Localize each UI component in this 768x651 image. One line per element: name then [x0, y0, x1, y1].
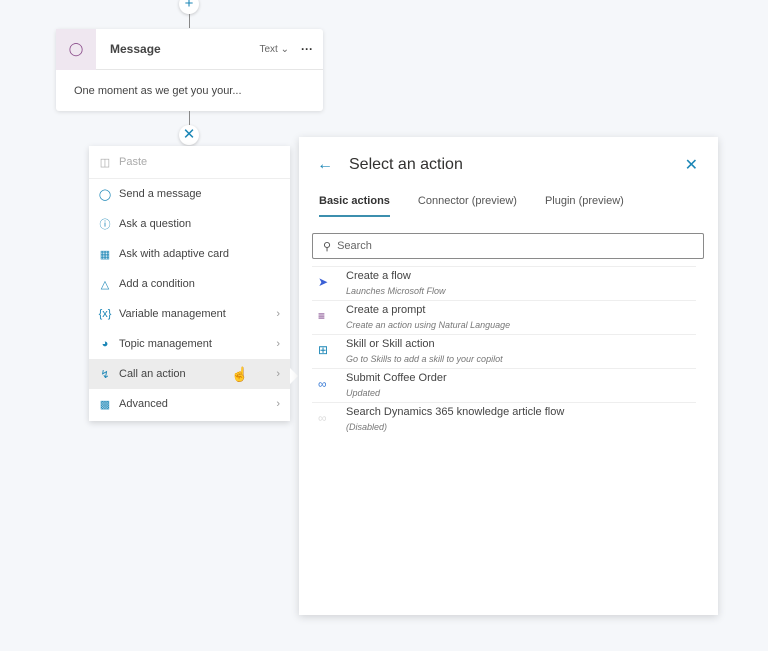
message-type-dropdown[interactable]: Text ⌄ [259, 44, 289, 55]
action-skill[interactable]: ⊞ Skill or Skill action Go to Skills to ad… [312, 334, 696, 368]
select-action-panel: ← Select an action ✕ Basic actions Conne… [299, 137, 718, 615]
action-create-flow[interactable]: ➤ Create a flow Launches Microsoft Flow [312, 266, 696, 300]
chevron-right-icon: › [276, 368, 280, 380]
topic-icon: ◕ [101, 338, 109, 350]
connector-line [189, 14, 190, 28]
action-create-prompt[interactable]: ≡ Create a prompt Create an action using N… [312, 300, 696, 334]
menu-item-paste: ◫ Paste [89, 146, 290, 179]
prompt-icon: ≡ [318, 309, 326, 323]
add-node-button[interactable]: + [179, 0, 199, 14]
card-icon: ▦ [99, 248, 111, 261]
action-submit-coffee-order[interactable]: ∞ Submit Coffee Order Updated [312, 368, 696, 402]
skill-icon: ⊞ [318, 343, 329, 357]
chevron-right-icon: › [276, 338, 280, 350]
action-search-dynamics: ∞ Search Dynamics 365 knowledge article f… [312, 402, 696, 436]
panel-title: Select an action [349, 156, 463, 173]
search-input[interactable]: ⚲ Search [312, 233, 704, 259]
tab-connector[interactable]: Connector (preview) [418, 195, 517, 217]
menu-item-ask-question[interactable]: ⓘ Ask a question [89, 209, 290, 239]
flow-icon: ➤ [318, 275, 329, 289]
variable-icon: {x} [98, 308, 112, 320]
action-icon: ↯ [100, 368, 110, 381]
connector-line [189, 111, 190, 125]
tab-basic-actions[interactable]: Basic actions [319, 195, 390, 217]
hand-cursor-icon: ☝ [231, 365, 249, 382]
connector-icon: ∞ [318, 377, 327, 391]
chevron-right-icon: › [276, 308, 280, 320]
close-icon[interactable]: ✕ [685, 155, 698, 175]
question-icon: ⓘ [99, 219, 111, 231]
search-icon: ⚲ [323, 240, 332, 253]
back-arrow-icon[interactable]: ← [317, 156, 349, 174]
message-icon: ◯ [98, 188, 112, 201]
message-body[interactable]: One moment as we get you your... [56, 70, 323, 112]
chevron-right-icon: › [276, 398, 280, 410]
message-node[interactable]: ◯ Message Text ⌄ ··· One moment as we ge… [56, 28, 323, 112]
menu-item-topic-management[interactable]: ◕ Topic management › [89, 329, 290, 359]
menu-item-variable-management[interactable]: {x} Variable management › [89, 299, 290, 329]
message-icon: ◯ [56, 28, 96, 70]
menu-item-add-condition[interactable]: △ Add a condition [89, 269, 290, 299]
paste-icon: ◫ [99, 156, 111, 169]
menu-item-adaptive-card[interactable]: ▦ Ask with adaptive card [89, 239, 290, 269]
add-node-menu: ◫ Paste ◯ Send a message ⓘ Ask a question ▦… [89, 146, 290, 421]
briefcase-icon: ▩ [99, 398, 111, 411]
tab-plugin[interactable]: Plugin (preview) [545, 195, 624, 217]
more-options-button[interactable]: ··· [301, 42, 313, 56]
connector-icon: ∞ [318, 411, 327, 425]
menu-item-call-action[interactable]: ↯ Call an action ☝ › [89, 359, 290, 389]
menu-item-advanced[interactable]: ▩ Advanced › [89, 389, 290, 419]
menu-item-send-message[interactable]: ◯ Send a message [89, 179, 290, 209]
submenu-caret [290, 368, 298, 384]
branch-icon: △ [100, 278, 110, 291]
message-title: Message [110, 42, 161, 56]
close-menu-button[interactable]: ✕ [179, 125, 199, 145]
